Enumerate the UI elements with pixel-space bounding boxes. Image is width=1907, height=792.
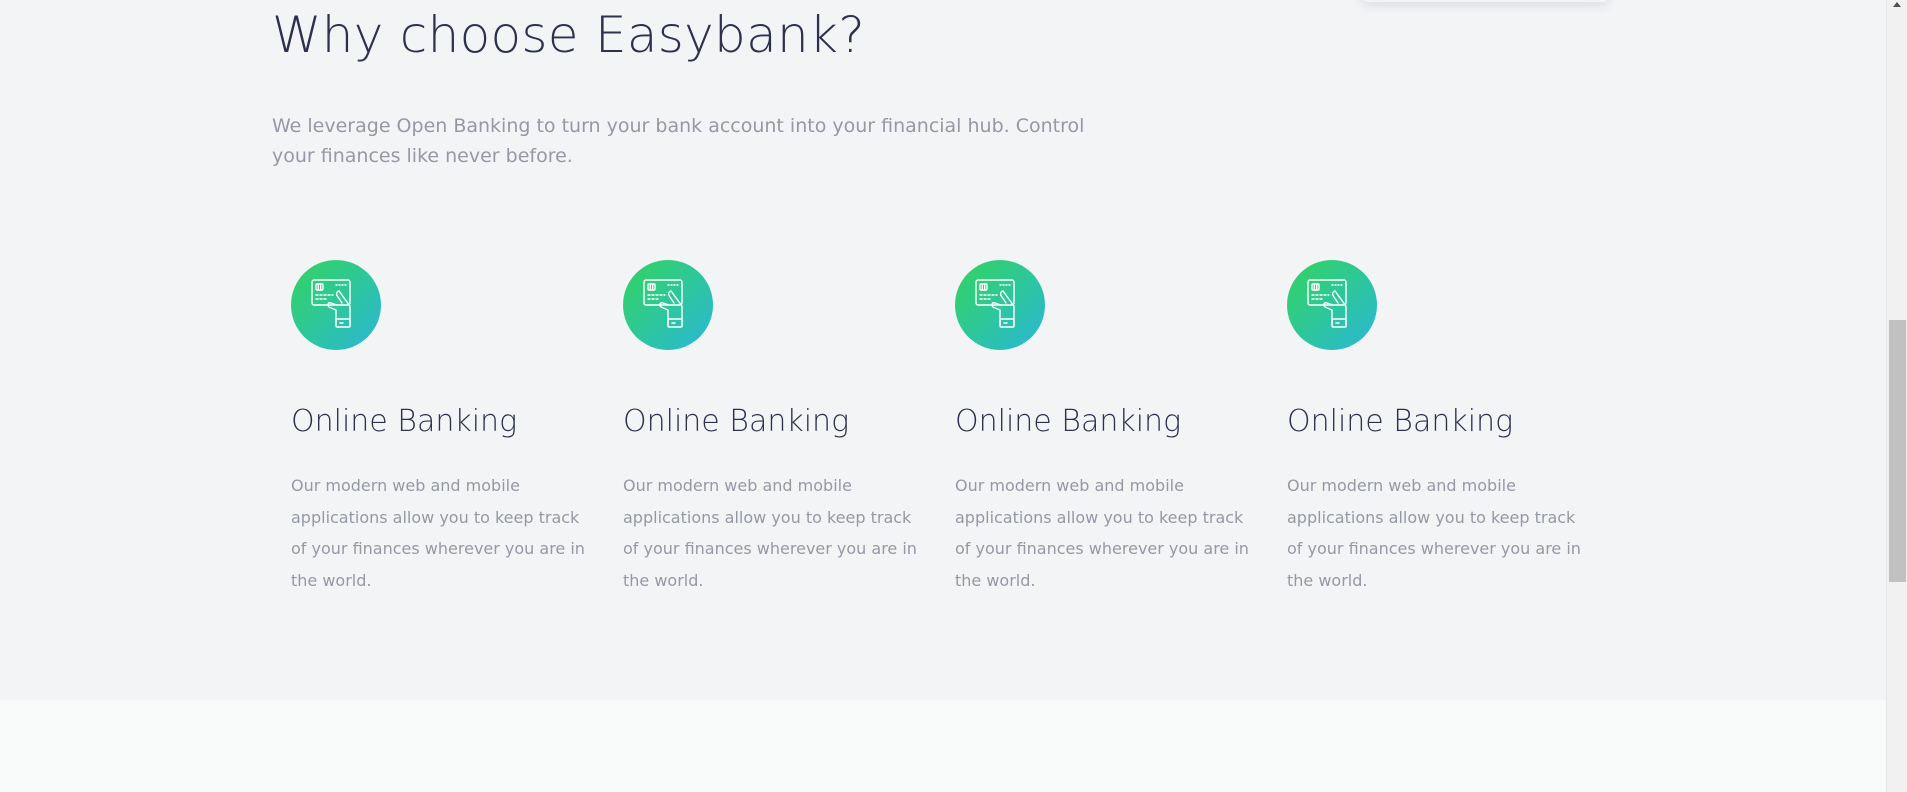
online-banking-card-icon bbox=[291, 260, 381, 350]
next-section bbox=[0, 700, 1886, 792]
why-choose-section: Why choose Easybank? We leverage Open Ba… bbox=[0, 0, 1886, 700]
page: Why choose Easybank? We leverage Open Ba… bbox=[0, 0, 1907, 792]
feature-card: Online Banking Our modern web and mobile… bbox=[1287, 260, 1587, 590]
vertical-scrollbar[interactable] bbox=[1886, 0, 1907, 792]
feature-title: Online Banking bbox=[955, 404, 1182, 439]
feature-description: Our modern web and mobile applications a… bbox=[955, 476, 1249, 590]
feature-card: Online Banking Our modern web and mobile… bbox=[955, 260, 1255, 590]
online-banking-card-icon bbox=[623, 260, 713, 350]
online-banking-card-icon bbox=[1287, 260, 1377, 350]
feature-description: Our modern web and mobile applications a… bbox=[1287, 476, 1581, 590]
feature-card: Online Banking Our modern web and mobile… bbox=[623, 260, 923, 590]
feature-description: Our modern web and mobile applications a… bbox=[291, 476, 585, 590]
section-heading: Why choose Easybank? bbox=[272, 6, 866, 64]
online-banking-card-icon bbox=[955, 260, 1045, 350]
feature-title: Online Banking bbox=[623, 404, 850, 439]
feature-title: Online Banking bbox=[1287, 404, 1514, 439]
scroll-up-arrow-icon[interactable] bbox=[1893, 2, 1901, 7]
feature-card: Online Banking Our modern web and mobile… bbox=[291, 260, 591, 590]
mockup-edge-shadow bbox=[1360, 0, 1610, 2]
feature-title: Online Banking bbox=[291, 404, 518, 439]
feature-description: Our modern web and mobile applications a… bbox=[623, 476, 917, 590]
scrollbar-thumb[interactable] bbox=[1889, 320, 1906, 582]
section-subtitle: We leverage Open Banking to turn your ba… bbox=[272, 115, 1085, 167]
